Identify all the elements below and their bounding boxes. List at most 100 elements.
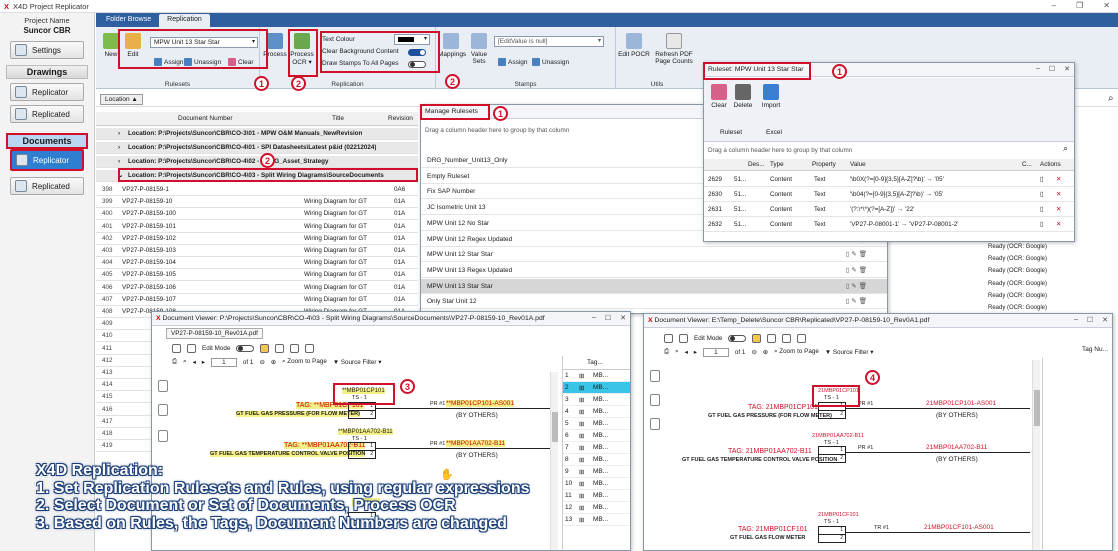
group-row[interactable]: › Location: P:\Projects\Suncor\CBR\CO-4\…: [96, 156, 418, 168]
copy-icon[interactable]: ▯: [1040, 191, 1043, 198]
expand-icon[interactable]: ⊞: [579, 468, 584, 476]
edit-icon[interactable]: ✎: [851, 267, 858, 274]
trash-icon[interactable]: 🗑: [859, 298, 869, 305]
tag-row[interactable]: 9 ⊞ MB...: [563, 466, 630, 478]
zoom-in-icon[interactable]: ⊕: [763, 349, 768, 356]
rule-row[interactable]: 2632 51... Content Text 'VP27-P-08001-1' → '…: [704, 218, 1074, 232]
save-icon[interactable]: [664, 333, 673, 343]
tag-row[interactable]: 8 ⊞ MB...: [563, 454, 630, 466]
expand-icon[interactable]: ⊞: [579, 492, 584, 500]
maximize-icon[interactable]: ❐: [1076, 1, 1083, 10]
maximize-icon[interactable]: ☐: [1087, 316, 1093, 324]
expand-icon[interactable]: ⊞: [579, 480, 584, 488]
documents-replicator-button[interactable]: Replicator: [10, 149, 84, 171]
stamps-unassign-button[interactable]: Unassign: [532, 58, 569, 66]
folder-icon[interactable]: [752, 333, 762, 343]
location-group-chip[interactable]: Location ▲: [100, 94, 143, 105]
documents-replicated-button[interactable]: Replicated: [10, 177, 84, 195]
edit-mode-toggle[interactable]: [728, 334, 747, 342]
column-header-title[interactable]: Title: [332, 115, 344, 122]
close-icon[interactable]: ✕: [620, 314, 626, 322]
page-number-input[interactable]: 1: [702, 347, 729, 357]
ruleset-list-item[interactable]: MPW Unit 13 Star Star ▯✎🗑: [421, 278, 887, 294]
maximize-icon[interactable]: ☐: [1049, 65, 1055, 73]
binoculars-icon[interactable]: [187, 343, 196, 353]
expand-icon[interactable]: ⊞: [579, 420, 584, 428]
mappings-button[interactable]: Mappings: [438, 33, 466, 58]
binoculars-icon[interactable]: [679, 333, 688, 343]
edit-icon[interactable]: ✎: [851, 298, 858, 305]
viewer1-tab[interactable]: VP27-P-08159-10_Rev01A.pdf: [166, 328, 263, 339]
expand-icon[interactable]: ⊞: [579, 408, 584, 416]
expand-icon[interactable]: ⊞: [579, 444, 584, 452]
list-icon[interactable]: [305, 343, 315, 353]
expand-icon[interactable]: ⊞: [579, 396, 584, 404]
clear-button[interactable]: Clear: [228, 58, 254, 66]
trash-icon[interactable]: 🗑: [859, 283, 869, 290]
tag-row[interactable]: 11 ⊞ MB...: [563, 490, 630, 502]
value-sets-button[interactable]: Value Sets: [466, 33, 492, 65]
prev-page-icon[interactable]: ◂: [685, 349, 688, 356]
clear-background-toggle[interactable]: [408, 49, 426, 56]
drawings-replicator-button[interactable]: Replicator: [10, 83, 84, 101]
ruleset-import-button[interactable]: Import: [758, 84, 784, 109]
zoom-out-icon[interactable]: ⊖: [751, 349, 756, 356]
column-header-type[interactable]: Type: [770, 161, 784, 168]
expand-icon[interactable]: ⊞: [579, 516, 584, 524]
group-row[interactable]: › Location: P:\Projects\Suncor\CBR\CO-4\…: [96, 142, 418, 154]
paperclip-icon[interactable]: [650, 394, 660, 406]
edit-mode-toggle[interactable]: [236, 344, 255, 352]
minimize-icon[interactable]: –: [592, 314, 596, 322]
settings-button[interactable]: Settings: [10, 41, 84, 59]
table-row[interactable]: VP27-P-08159-105 Wiring Diagram for GT 01A: [96, 269, 418, 282]
edit-icon[interactable]: ✎: [851, 283, 858, 290]
group-row[interactable]: › Location: P:\Projects\Suncor\CBR\CO-3\…: [96, 128, 418, 140]
ruleset-list-item[interactable]: MPW Unit 13 Regex Updated ▯✎🗑: [421, 263, 887, 278]
group-row[interactable]: ⌄ Location: P:\Projects\Suncor\CBR\CO-4\…: [96, 170, 418, 182]
minimize-icon[interactable]: –: [1074, 316, 1078, 324]
ruleset-delete-button[interactable]: Delete: [730, 84, 756, 109]
viewer2-scrollbar[interactable]: [1032, 360, 1040, 550]
trash-icon[interactable]: 🗑: [859, 251, 869, 258]
column-header-property[interactable]: Property: [812, 161, 836, 168]
edit-button[interactable]: Edit: [120, 33, 146, 58]
edit-pocr-button[interactable]: Edit POCR: [618, 33, 650, 58]
expand-icon[interactable]: ⊞: [579, 504, 584, 512]
expand-icon[interactable]: ⊞: [579, 456, 584, 464]
table-row[interactable]: VP27-P-08159-1 0A6: [96, 184, 418, 196]
tag-row[interactable]: 12 ⊞ MB...: [563, 502, 630, 514]
table-row[interactable]: VP27-P-08159-101 Wiring Diagram for GT 01A: [96, 221, 418, 233]
list-icon[interactable]: [290, 343, 300, 353]
table-row[interactable]: VP27-P-08159-107 Wiring Diagram for GT 01A: [96, 294, 418, 306]
comment-icon[interactable]: [158, 430, 168, 442]
process-ocr-button[interactable]: Process OCR ▾: [289, 33, 315, 66]
search-icon[interactable]: ⌕: [1108, 93, 1114, 104]
tag-row[interactable]: 6 ⊞ MB...: [563, 430, 630, 442]
edit-icon[interactable]: ✎: [851, 251, 858, 258]
tag-row[interactable]: 3 ⊞ MB...: [563, 394, 630, 406]
table-row[interactable]: VP27-P-08159-100 Wiring Diagram for GT 01A: [96, 208, 418, 221]
page-number-input[interactable]: 1: [210, 357, 237, 367]
text-colour-picker[interactable]: ▾: [394, 34, 430, 45]
tag-row[interactable]: 13 ⊞ MB...: [563, 514, 630, 526]
viewer1-scrollbar[interactable]: [550, 372, 558, 550]
copy-icon[interactable]: [650, 370, 660, 382]
zoom-to-page-button[interactable]: ⌕ Zoom to Page: [282, 358, 327, 366]
tag-row[interactable]: 5 ⊞ MB...: [563, 418, 630, 430]
tag-row[interactable]: 4 ⊞ MB...: [563, 406, 630, 418]
folder-icon[interactable]: [260, 343, 270, 353]
rule-row[interactable]: 2630 51... Content Text '\b04(?=[0-9]{3,5}[A…: [704, 188, 1074, 202]
column-header-document-number[interactable]: Document Number: [178, 115, 233, 122]
save-icon[interactable]: [172, 343, 181, 353]
copy-icon[interactable]: [158, 380, 168, 392]
column-header-value[interactable]: Value: [850, 161, 866, 168]
list-icon[interactable]: [782, 333, 792, 343]
column-header-c[interactable]: C...: [1022, 161, 1032, 168]
search-icon[interactable]: ⌕: [675, 348, 679, 356]
copy-icon[interactable]: ▯: [1040, 206, 1043, 213]
zoom-out-icon[interactable]: ⊖: [259, 359, 264, 366]
column-header-revision[interactable]: Revision: [388, 115, 413, 122]
download-icon[interactable]: [767, 333, 777, 343]
close-icon[interactable]: ✕: [1064, 65, 1070, 73]
next-page-icon[interactable]: ▸: [694, 349, 697, 356]
